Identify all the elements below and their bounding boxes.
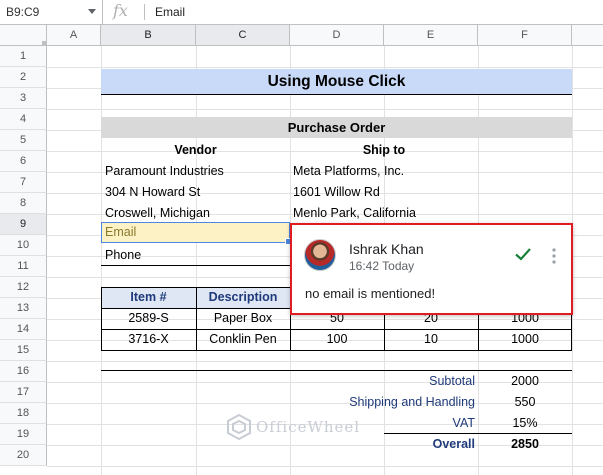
subtotal-label[interactable]: Subtotal [290,371,475,392]
column-header-f[interactable]: F [478,25,572,46]
shipto-line[interactable]: 1601 Willow Rd [293,182,478,203]
row-header-2[interactable]: 2 [0,67,47,88]
email-cell-selected[interactable]: Email [101,222,292,245]
shipto-line[interactable]: Menlo Park, California [293,203,478,224]
grid-line [47,466,603,467]
row-header-16[interactable]: 16 [0,361,47,382]
grid-line [47,109,603,110]
comment-card[interactable]: Ishrak Khan 16:42 Today no email is ment… [290,223,573,315]
table-border [101,350,572,351]
watermark-text: OfficeWheel [256,418,361,436]
vendor-line[interactable]: Croswell, Michigan [105,203,290,224]
row-header-10[interactable]: 10 [0,235,47,256]
formula-input[interactable]: Email [155,5,185,19]
fx-icon: fx [113,1,128,20]
row-header-20[interactable]: 20 [0,445,47,466]
formula-bar: B9:C9 fx Email [0,0,603,25]
column-header-a[interactable]: A [47,25,101,46]
more-options-icon[interactable] [552,247,556,265]
name-box-value: B9:C9 [6,5,40,19]
table-border [101,287,102,351]
shipping-label[interactable]: Shipping and Handling [290,392,475,413]
phone-label[interactable]: Phone [105,245,290,266]
column-header-e[interactable]: E [384,25,478,46]
price-cell[interactable]: 10 [384,329,478,350]
vat-value[interactable]: 15% [478,413,572,434]
subtotal-value[interactable]: 2000 [478,371,572,392]
vendor-line[interactable]: Paramount Industries [105,161,290,182]
comment-time: 16:42 Today [349,259,415,273]
purchase-order-header[interactable]: Purchase Order [101,117,572,138]
row-header-15[interactable]: 15 [0,340,47,361]
column-header-c[interactable]: C [196,25,290,46]
column-header-g[interactable] [572,25,603,46]
select-all-corner[interactable] [0,25,47,46]
quantity-cell[interactable]: 100 [290,329,384,350]
vendor-line[interactable]: 304 N Howard St [105,182,290,203]
item-cell[interactable]: 3716-X [101,329,196,350]
grid-line [47,361,603,362]
resolve-check-icon[interactable] [514,245,532,263]
shipto-line[interactable]: Meta Platforms, Inc. [293,161,478,182]
grid-line [47,67,603,68]
comment-author: Ishrak Khan [349,241,424,257]
row-header-8[interactable]: 8 [0,193,47,214]
item-cell[interactable]: 2589-S [101,308,196,329]
formula-divider [144,4,145,20]
row-header-14[interactable]: 14 [0,319,47,340]
row-header-4[interactable]: 4 [0,109,47,130]
row-header-9[interactable]: 9 [0,214,47,235]
row-header-1[interactable]: 1 [0,46,47,67]
shipto-header[interactable]: Ship to [290,140,478,161]
item-number-header[interactable]: Item # [101,287,196,308]
description-cell[interactable]: Paper Box [196,308,290,329]
officewheel-logo-icon [227,413,251,441]
name-box[interactable]: B9:C9 [0,0,103,24]
row-header-11[interactable]: 11 [0,256,47,277]
vendor-header[interactable]: Vendor [101,140,290,161]
avatar[interactable] [304,239,336,271]
row-header-13[interactable]: 13 [0,298,47,319]
column-header-d[interactable]: D [290,25,384,46]
description-cell[interactable]: Conklin Pen [196,329,290,350]
email-label: Email [105,225,137,239]
chevron-down-icon[interactable] [88,9,96,14]
row-header-19[interactable]: 19 [0,424,47,445]
row-header-17[interactable]: 17 [0,382,47,403]
column-header-b[interactable]: B [101,25,196,46]
overall-value[interactable]: 2850 [478,434,572,455]
comment-text: no email is mentioned! [305,286,436,301]
overall-label[interactable]: Overall [290,434,475,455]
description-header[interactable]: Description [196,287,290,308]
phone-underline [101,265,290,266]
grid-line [101,46,102,475]
table-border [101,329,572,330]
row-header-7[interactable]: 7 [0,172,47,193]
amount-cell[interactable]: 1000 [478,329,572,350]
row-header-3[interactable]: 3 [0,88,47,109]
sheet-title[interactable]: Using Mouse Click [101,69,572,95]
row-header-12[interactable]: 12 [0,277,47,298]
table-border [196,287,197,351]
row-header-6[interactable]: 6 [0,151,47,172]
row-header-5[interactable]: 5 [0,130,47,151]
shipping-value[interactable]: 550 [478,392,572,413]
row-header-18[interactable]: 18 [0,403,47,424]
